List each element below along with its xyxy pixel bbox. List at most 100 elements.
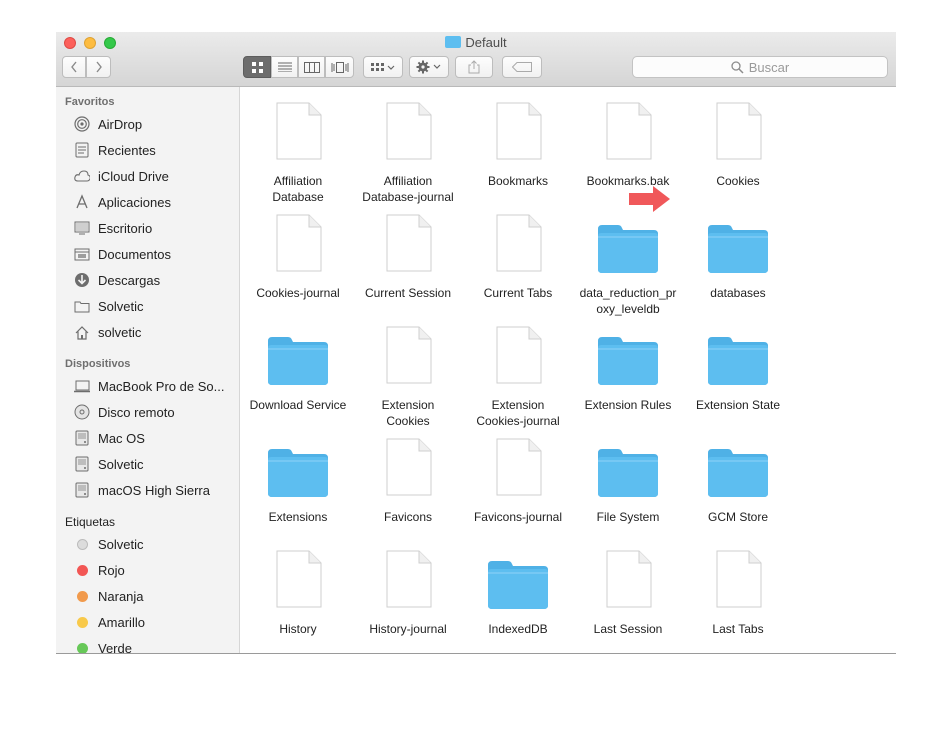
- share-button[interactable]: [455, 56, 493, 78]
- action-button[interactable]: [409, 56, 449, 78]
- folder-item[interactable]: Extension Rules: [573, 318, 683, 428]
- sidebar-item-solvetic[interactable]: solvetic: [74, 321, 141, 343]
- forward-button[interactable]: [86, 56, 111, 78]
- file-item[interactable]: Last Tabs: [683, 542, 793, 652]
- folder-icon: [708, 337, 768, 385]
- file-grid: Affiliation Database Affiliation Database-j…: [240, 87, 896, 653]
- file-item[interactable]: Cookies-journal: [243, 206, 353, 316]
- sidebar-item-amarillo[interactable]: Amarillo: [74, 611, 145, 633]
- file-item[interactable]: History-journal: [353, 542, 463, 652]
- folder-item[interactable]: Download Service: [243, 318, 353, 428]
- search-field[interactable]: Buscar: [632, 56, 888, 78]
- tag-color-dot-icon: [74, 588, 90, 604]
- file-name-label: History: [279, 622, 317, 636]
- tag-color-dot-icon: [74, 640, 90, 653]
- tag-button[interactable]: [502, 56, 542, 78]
- document-icon: [606, 102, 652, 160]
- file-item[interactable]: Cookies: [683, 94, 793, 204]
- folder-icon: [488, 561, 548, 609]
- file-name-label: Extension Rules: [584, 398, 672, 412]
- disc-icon: [74, 404, 90, 420]
- file-item[interactable]: Favicons-journal: [463, 430, 573, 540]
- sidebar-item-aplicaciones[interactable]: Aplicaciones: [74, 191, 171, 213]
- folder-item[interactable]: IndexedDB: [463, 542, 573, 652]
- document-icon: [386, 214, 432, 272]
- sidebar-item-documentos[interactable]: Documentos: [74, 243, 171, 265]
- file-item[interactable]: Extension Cookies-journal: [463, 318, 573, 428]
- sidebar-item-solvetic[interactable]: Solvetic: [74, 453, 144, 475]
- file-item[interactable]: Affiliation Database: [243, 94, 353, 204]
- file-item[interactable]: Affiliation Database-journal: [353, 94, 463, 204]
- sidebar-item-label: solvetic: [98, 324, 142, 340]
- file-name-label: Cookies: [716, 174, 760, 188]
- tag-color-dot-icon: [74, 536, 90, 552]
- sidebar-item-label: Aplicaciones: [98, 194, 171, 210]
- sidebar-item-label: AirDrop: [98, 116, 143, 132]
- file-item[interactable]: Extension Cookies: [353, 318, 463, 428]
- group-by-icon: [371, 63, 395, 71]
- file-name-label: databases: [710, 286, 766, 300]
- file-item[interactable]: Favicons: [353, 430, 463, 540]
- file-item[interactable]: Current Session: [353, 206, 463, 316]
- file-name-label: Download Service: [249, 398, 347, 412]
- file-name-label: Bookmarks: [487, 174, 549, 188]
- sidebar-item-airdrop[interactable]: AirDrop: [74, 113, 142, 135]
- folder-item[interactable]: Extension State: [683, 318, 793, 428]
- search-icon: [731, 60, 744, 74]
- file-item[interactable]: Last Session: [573, 542, 683, 652]
- sidebar-section-favorites: Favoritos: [65, 96, 115, 108]
- file-name-label: Current Session: [364, 286, 452, 300]
- sidebar-item-rojo[interactable]: Rojo: [74, 559, 125, 581]
- sidebar-item-descargas[interactable]: Descargas: [74, 269, 160, 291]
- gallery-view-button[interactable]: [325, 56, 354, 78]
- sidebar-item-escritorio[interactable]: Escritorio: [74, 217, 152, 239]
- sidebar-item-naranja[interactable]: Naranja: [74, 585, 144, 607]
- folder-icon: [708, 449, 768, 497]
- folder-icon: [598, 337, 658, 385]
- sidebar-item-icloud-drive[interactable]: iCloud Drive: [74, 165, 169, 187]
- file-item[interactable]: Bookmarks: [463, 94, 573, 204]
- folder-item[interactable]: Extensions: [243, 430, 353, 540]
- sidebar-item-recientes[interactable]: Recientes: [74, 139, 156, 161]
- sidebar-item-label: Solvetic: [98, 536, 144, 552]
- folder-item[interactable]: databases: [683, 206, 793, 316]
- tag-color-dot-icon: [74, 562, 90, 578]
- list-view-button[interactable]: [271, 56, 298, 78]
- document-icon: [386, 550, 432, 608]
- file-name-label: Extension State: [695, 398, 781, 412]
- sidebar-item-label: macOS High Sierra: [98, 482, 210, 498]
- file-name-label: History-journal: [369, 622, 447, 636]
- sidebar-item-label: iCloud Drive: [98, 168, 169, 184]
- file-item[interactable]: Bookmarks.bak: [573, 94, 683, 204]
- file-item[interactable]: History: [243, 542, 353, 652]
- sidebar-item-macos-high-sierra[interactable]: macOS High Sierra: [74, 479, 210, 501]
- sidebar-item-solvetic[interactable]: Solvetic: [74, 533, 144, 555]
- file-item[interactable]: Current Tabs: [463, 206, 573, 316]
- chevron-left-icon: [71, 61, 77, 73]
- document-icon: [496, 326, 542, 384]
- folder-item[interactable]: data_reduction_pr oxy_leveldb: [573, 206, 683, 316]
- group-by-button[interactable]: [363, 56, 403, 78]
- document-icon: [496, 214, 542, 272]
- window-title: Default: [56, 35, 896, 50]
- folder-item[interactable]: GCM Store: [683, 430, 793, 540]
- file-name-label: data_reduction_pr oxy_leveldb: [579, 286, 677, 316]
- folder-icon: [268, 337, 328, 385]
- column-view-button[interactable]: [298, 56, 325, 78]
- document-icon: [496, 102, 542, 160]
- sidebar-item-verde[interactable]: Verde: [74, 637, 132, 653]
- file-name-label: File System: [596, 510, 660, 524]
- sidebar-item-mac-os[interactable]: Mac OS: [74, 427, 145, 449]
- sidebar-item-macbook-pro-de-so[interactable]: MacBook Pro de So...: [74, 375, 224, 397]
- document-icon: [276, 550, 322, 608]
- documents-icon: [74, 246, 90, 262]
- file-name-label: Favicons: [383, 510, 433, 524]
- folder-item[interactable]: File System: [573, 430, 683, 540]
- sidebar-item-solvetic[interactable]: Solvetic: [74, 295, 144, 317]
- desktop-icon: [74, 220, 90, 236]
- back-button[interactable]: [62, 56, 86, 78]
- sidebar-item-disco-remoto[interactable]: Disco remoto: [74, 401, 175, 423]
- sidebar-item-label: Descargas: [98, 272, 161, 288]
- icon-view-button[interactable]: [243, 56, 271, 78]
- gallery-view-icon: [331, 61, 348, 73]
